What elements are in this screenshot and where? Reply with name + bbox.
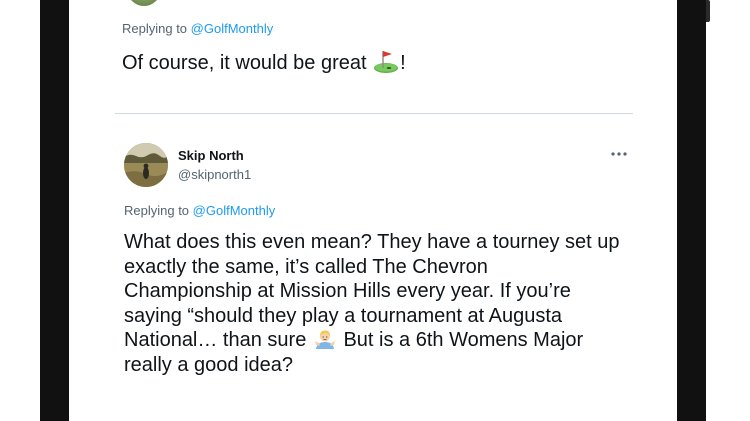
previous-tweet-replying-to: Replying to @GolfMonthly	[122, 21, 273, 36]
tweet-text-line-5-end: But is a 6th Womens Major	[343, 329, 584, 351]
tweet-text: What does this even mean? They have a to…	[124, 230, 654, 377]
replying-to-handle-link[interactable]: @GolfMonthly	[191, 21, 274, 36]
tweet-replying-to: Replying to @GolfMonthly	[124, 203, 275, 218]
tweet-text-line-1: What does this even mean? They have a to…	[124, 231, 620, 253]
replying-to-label: Replying to	[122, 21, 188, 36]
replying-to-handle-link[interactable]: @GolfMonthly	[193, 203, 276, 218]
display-name[interactable]: Skip North	[178, 148, 244, 163]
previous-tweet-text-main: Of course, it would be great	[122, 52, 367, 74]
twitter-thread-screen[interactable]: Replying to @GolfMonthly Of course, it w…	[69, 0, 677, 421]
previous-tweet-text-end: !	[400, 52, 406, 74]
person-shrugging-emoji-icon	[314, 328, 336, 350]
tweet-text-line-3: Championship at Mission Hills every year…	[124, 280, 571, 302]
previous-tweet-avatar[interactable]	[127, 0, 161, 6]
tweet-text-line-2: exactly the same, it’s called The Chevro…	[124, 255, 488, 278]
tweet-text-line-6: really a good idea?	[124, 353, 294, 376]
previous-tweet-text: Of course, it would be great !	[122, 49, 406, 75]
more-horizontal-icon[interactable]	[610, 146, 628, 162]
username[interactable]: @skipnorth1	[178, 167, 251, 182]
tweet-text-line-4: saying “should they play a tournament at…	[124, 304, 563, 327]
tweet-text-line-5-start: National… than sure	[124, 329, 307, 351]
tweet-text-line-5: National… than sure But is a 6th Womens …	[124, 328, 654, 353]
golf-flag-emoji-icon	[373, 49, 399, 73]
phone-side-button	[706, 0, 710, 22]
phone-bezel-right	[677, 0, 706, 421]
replying-to-label: Replying to	[124, 203, 190, 218]
phone-bezel-left	[40, 0, 69, 421]
avatar[interactable]	[124, 143, 168, 187]
tweet-divider	[115, 113, 633, 114]
photo-of-phone: Replying to @GolfMonthly Of course, it w…	[0, 0, 750, 421]
